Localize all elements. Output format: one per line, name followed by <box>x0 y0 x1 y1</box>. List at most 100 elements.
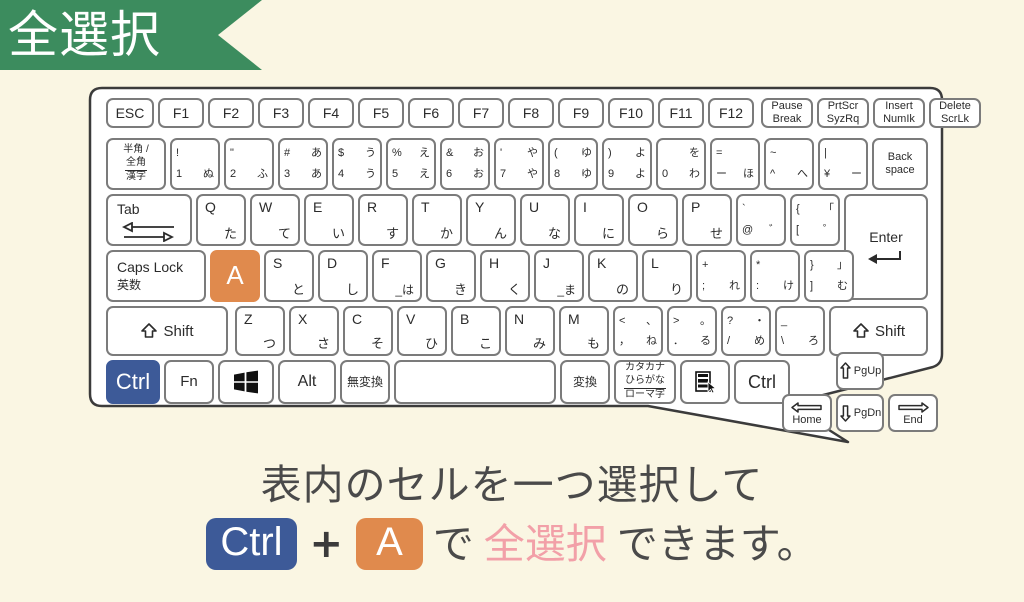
key-comma[interactable]: <、 ，ね <box>613 306 663 356</box>
caption: 表内のセルを一つ選択して Ctrl + A で 全選択 できます。 <box>0 461 1024 571</box>
key-i[interactable]: I に <box>574 194 624 246</box>
key-b[interactable]: B こ <box>451 306 501 356</box>
key-backspace[interactable]: Back space <box>872 138 928 190</box>
key-0[interactable]: を 0わ <box>656 138 706 190</box>
key-katakana-hiragana[interactable]: カタカナ ひらがな ローマ字 <box>614 360 676 404</box>
key-semicolon[interactable]: + ; れ <box>696 250 746 302</box>
key-enter[interactable]: Enter <box>844 194 928 300</box>
key-backslash-ro[interactable]: _ \ ろ <box>775 306 825 356</box>
key-y[interactable]: Y ん <box>466 194 516 246</box>
key-space[interactable] <box>394 360 556 404</box>
banner-label: 全選択 <box>8 6 161 64</box>
key-bracket-right[interactable]: }」 ] む <box>804 250 854 302</box>
key-windows[interactable] <box>218 360 274 404</box>
key-delete-scrlk[interactable]: Delete ScrLk <box>929 98 981 128</box>
key-minus[interactable]: = ーほ <box>710 138 760 190</box>
key-period[interactable]: >。 ．る <box>667 306 717 356</box>
key-4[interactable]: $ う 4う <box>332 138 382 190</box>
key-t[interactable]: T か <box>412 194 462 246</box>
key-f5[interactable]: F5 <box>358 98 404 128</box>
key-yen[interactable]: | ¥ ー <box>818 138 868 190</box>
key-f9[interactable]: F9 <box>558 98 604 128</box>
key-ctrl-right-label: Ctrl <box>748 371 776 392</box>
key-colon[interactable]: * :け <box>750 250 800 302</box>
key-prtscr-syzrq[interactable]: PrtScr SyzRq <box>817 98 869 128</box>
key-context-menu[interactable] <box>680 360 730 404</box>
key-f10[interactable]: F10 <box>608 98 654 128</box>
key-h[interactable]: H く <box>480 250 530 302</box>
key-arrow-up[interactable]: PgUp <box>836 352 884 390</box>
key-shift-right[interactable]: Shift <box>829 306 928 356</box>
key-f4[interactable]: F4 <box>308 98 354 128</box>
key-2[interactable]: " 2ふ <box>224 138 274 190</box>
key-tab[interactable]: Tab <box>106 194 192 246</box>
key-insert-numlk[interactable]: Insert NumIk <box>873 98 925 128</box>
caption-highlight: 全選択 <box>483 519 607 568</box>
key-f11[interactable]: F11 <box>658 98 704 128</box>
key-m[interactable]: M も <box>559 306 609 356</box>
key-pause-break[interactable]: Pause Break <box>761 98 813 128</box>
key-esc[interactable]: ESC <box>106 98 154 128</box>
context-menu-icon <box>695 371 717 394</box>
key-fn-label: Fn <box>180 373 198 391</box>
key-v[interactable]: V ひ <box>397 306 447 356</box>
key-f2[interactable]: F2 <box>208 98 254 128</box>
key-3[interactable]: # あ 3あ <box>278 138 328 190</box>
key-7[interactable]: ' や 7や <box>494 138 544 190</box>
key-muhenkan[interactable]: 無変換 <box>340 360 390 404</box>
key-a[interactable]: A <box>210 250 260 302</box>
key-1[interactable]: ! 1ぬ <box>170 138 220 190</box>
key-o[interactable]: O ら <box>628 194 678 246</box>
key-ctrl-left[interactable]: Ctrl <box>106 360 160 404</box>
key-f7[interactable]: F7 <box>458 98 504 128</box>
key-6[interactable]: & お 6お <box>440 138 490 190</box>
key-8[interactable]: (ゆ 8ゆ <box>548 138 598 190</box>
key-arrow-right[interactable]: End <box>888 394 938 432</box>
key-henkan[interactable]: 変換 <box>560 360 610 404</box>
key-hankaku-zenkaku[interactable]: 半角 / 全角 漢字 <box>106 138 166 190</box>
key-insert-bottom: NumIk <box>883 113 915 125</box>
key-bracket-left[interactable]: {「 [゜ <box>790 194 840 246</box>
key-n[interactable]: N み <box>505 306 555 356</box>
key-x[interactable]: X さ <box>289 306 339 356</box>
key-f3[interactable]: F3 <box>258 98 304 128</box>
key-q[interactable]: Q た <box>196 194 246 246</box>
key-d[interactable]: D し <box>318 250 368 302</box>
key-alt-label: Alt <box>297 372 317 390</box>
key-shift-left[interactable]: Shift <box>106 306 228 356</box>
key-u[interactable]: U な <box>520 194 570 246</box>
key-j[interactable]: J _ま <box>534 250 584 302</box>
key-caps-lock[interactable]: Caps Lock 英数 <box>106 250 206 302</box>
key-p[interactable]: P せ <box>682 194 732 246</box>
key-5[interactable]: % え 5え <box>386 138 436 190</box>
key-delete-bottom: ScrLk <box>940 113 970 125</box>
key-s[interactable]: S と <box>264 250 314 302</box>
key-e[interactable]: E い <box>304 194 354 246</box>
key-arrow-left[interactable]: Home <box>782 394 832 432</box>
key-home-label: Home <box>792 413 822 426</box>
key-l[interactable]: L り <box>642 250 692 302</box>
banner-ribbon: 全選択 <box>0 0 262 70</box>
key-caret[interactable]: ~ ^ へ <box>764 138 814 190</box>
key-slash[interactable]: ? ・ / め <box>721 306 771 356</box>
enter-arrow-icon <box>868 250 901 264</box>
key-z[interactable]: Z つ <box>235 306 285 356</box>
caption-tail: できます。 <box>616 519 818 568</box>
key-w[interactable]: W て <box>250 194 300 246</box>
key-alt-left[interactable]: Alt <box>278 360 336 404</box>
key-9[interactable]: ) よ 9よ <box>602 138 652 190</box>
keys-layer: ESC F1 F2 F3 F4 F5 F6 F7 F8 F9 F10 F11 F… <box>88 86 981 446</box>
key-hankaku-line3: 漢字 <box>126 171 146 183</box>
key-k[interactable]: K の <box>588 250 638 302</box>
key-f[interactable]: F _は <box>372 250 422 302</box>
key-f1[interactable]: F1 <box>158 98 204 128</box>
key-f8[interactable]: F8 <box>508 98 554 128</box>
key-c[interactable]: C そ <box>343 306 393 356</box>
key-g[interactable]: G き <box>426 250 476 302</box>
key-f12[interactable]: F12 <box>708 98 754 128</box>
key-arrow-down[interactable]: PgDn <box>836 394 884 432</box>
key-f6[interactable]: F6 <box>408 98 454 128</box>
key-at[interactable]: ` @ ゛ <box>736 194 786 246</box>
key-r[interactable]: R す <box>358 194 408 246</box>
key-fn[interactable]: Fn <box>164 360 214 404</box>
